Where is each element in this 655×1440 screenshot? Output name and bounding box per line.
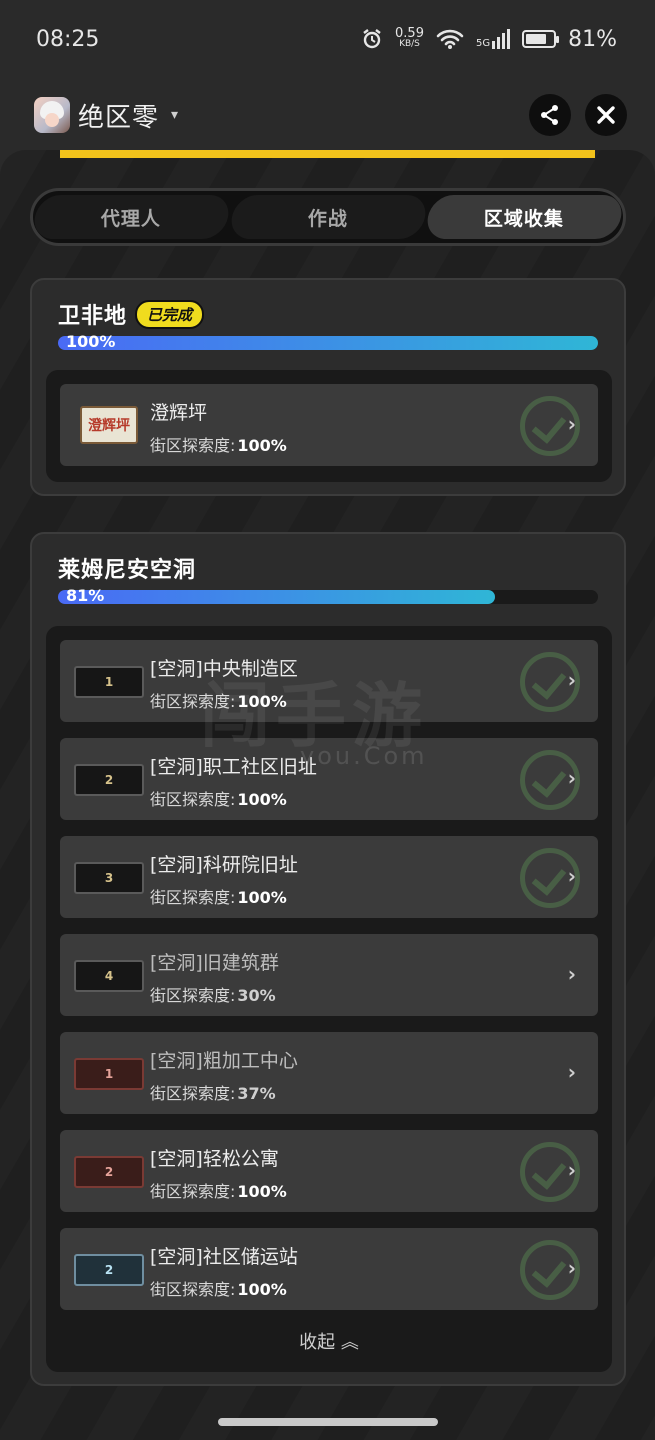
tab-combat[interactable]: 作战 bbox=[227, 195, 429, 239]
block-progress: 街区探索度: 100% bbox=[150, 692, 287, 711]
block-progress: 街区探索度: 100% bbox=[150, 790, 287, 809]
chevron-right-icon: › bbox=[567, 766, 576, 790]
chevron-down-icon[interactable]: ▾ bbox=[171, 107, 178, 123]
block-name: [空洞]中央制造区 bbox=[150, 658, 298, 680]
block-name: [空洞]科研院旧址 bbox=[150, 854, 298, 876]
block-progress: 街区探索度: 100% bbox=[150, 888, 287, 907]
alarm-icon bbox=[363, 29, 381, 49]
block-thumbnail: 4 bbox=[74, 960, 144, 992]
battery-percent: 81% bbox=[568, 26, 617, 52]
region-header: 卫非地 已完成 bbox=[58, 298, 205, 330]
chevron-right-icon: › bbox=[567, 1060, 576, 1084]
list-item[interactable]: 澄辉坪 澄辉坪 街区探索度: 100% › bbox=[60, 384, 598, 466]
region-title: 卫非地 bbox=[58, 304, 128, 329]
chevron-right-icon: › bbox=[567, 668, 576, 692]
block-progress: 街区探索度: 37% bbox=[150, 1084, 276, 1103]
region-header: 莱姆尼安空洞 bbox=[58, 552, 196, 584]
block-thumbnail: 1 bbox=[74, 666, 144, 698]
block-thumbnail: 2 bbox=[74, 1156, 144, 1188]
chevron-right-icon: › bbox=[567, 412, 576, 436]
header-actions bbox=[529, 94, 627, 136]
block-progress: 街区探索度: 100% bbox=[150, 1280, 287, 1299]
accent-strip bbox=[60, 150, 595, 158]
block-progress: 街区探索度: 30% bbox=[150, 986, 276, 1005]
cell-signal-icon: 5G bbox=[476, 29, 511, 49]
block-name: [空洞]职工社区旧址 bbox=[150, 756, 317, 778]
block-progress: 街区探索度: 100% bbox=[150, 1182, 287, 1201]
tab-agents[interactable]: 代理人 bbox=[33, 195, 232, 239]
list-item[interactable]: 2 [空洞]轻松公寓 街区探索度: 100% › bbox=[60, 1130, 598, 1212]
list-item[interactable]: 1 [空洞]中央制造区 街区探索度: 100% › bbox=[60, 640, 598, 722]
block-name: 澄辉坪 bbox=[150, 402, 208, 424]
block-progress: 街区探索度: 100% bbox=[150, 436, 287, 455]
share-icon bbox=[541, 105, 558, 125]
chevron-right-icon: › bbox=[567, 1256, 576, 1280]
chevron-right-icon: › bbox=[567, 864, 576, 888]
chevron-right-icon: › bbox=[567, 962, 576, 986]
tab-region-collection[interactable]: 区域收集 bbox=[424, 195, 623, 239]
block-name: [空洞]社区储运站 bbox=[150, 1246, 298, 1268]
region-card: 莱姆尼安空洞 81% 1 [空洞]中央制造区 街区探索度: 100% › 2 [空… bbox=[30, 532, 626, 1386]
status-time: 08:25 bbox=[36, 26, 100, 52]
home-indicator[interactable] bbox=[218, 1418, 438, 1426]
chevron-right-icon: › bbox=[567, 1158, 576, 1182]
app-header: 绝区零 ▾ bbox=[0, 84, 655, 146]
block-thumbnail: 澄辉坪 bbox=[80, 406, 138, 444]
list-item[interactable]: 4 [空洞]旧建筑群 街区探索度: 30% › bbox=[60, 934, 598, 1016]
list-item[interactable]: 2 [空洞]职工社区旧址 街区探索度: 100% › bbox=[60, 738, 598, 820]
list-item[interactable]: 2 [空洞]社区储运站 街区探索度: 100% › bbox=[60, 1228, 598, 1310]
region-progress-bar: 81% bbox=[58, 586, 598, 605]
block-thumbnail: 2 bbox=[74, 1254, 144, 1286]
block-thumbnail: 3 bbox=[74, 862, 144, 894]
app-title[interactable]: 绝区零 bbox=[78, 97, 159, 134]
block-list: 1 [空洞]中央制造区 街区探索度: 100% › 2 [空洞]职工社区旧址 街区… bbox=[46, 626, 612, 1372]
collapse-button[interactable]: 收起 ︽ bbox=[46, 1328, 612, 1354]
app-avatar[interactable] bbox=[34, 97, 70, 133]
block-name: [空洞]旧建筑群 bbox=[150, 952, 279, 974]
region-progress-fill bbox=[58, 336, 598, 350]
region-progress-fill bbox=[58, 590, 496, 604]
status-icons: 0.59 KB/S 5G 81% bbox=[361, 27, 617, 52]
content-sheet: 代理人 作战 区域收集 卫非地 已完成 100% 澄辉坪 澄辉坪 街区探索度: 1… bbox=[0, 150, 655, 1440]
block-list: 澄辉坪 澄辉坪 街区探索度: 100% › bbox=[46, 370, 612, 482]
list-item[interactable]: 1 [空洞]粗加工中心 街区探索度: 37% › bbox=[60, 1032, 598, 1114]
status-bar: 08:25 0.59 KB/S 5G 81% bbox=[0, 0, 655, 78]
region-title: 莱姆尼安空洞 bbox=[58, 558, 197, 583]
network-speed: 0.59 KB/S bbox=[395, 26, 424, 49]
block-thumbnail: 2 bbox=[74, 764, 144, 796]
close-button[interactable] bbox=[585, 94, 627, 136]
region-card: 卫非地 已完成 100% 澄辉坪 澄辉坪 街区探索度: 100% › bbox=[30, 278, 626, 496]
tab-bar: 代理人 作战 区域收集 bbox=[30, 188, 626, 246]
list-item[interactable]: 3 [空洞]科研院旧址 街区探索度: 100% › bbox=[60, 836, 598, 918]
block-thumbnail: 1 bbox=[74, 1058, 144, 1090]
region-progress-bar: 100% bbox=[58, 332, 598, 351]
close-icon bbox=[597, 106, 615, 124]
region-progress-label: 100% bbox=[66, 332, 116, 351]
block-name: [空洞]粗加工中心 bbox=[150, 1050, 298, 1072]
completed-badge: 已完成 bbox=[135, 299, 205, 329]
block-name: [空洞]轻松公寓 bbox=[150, 1148, 279, 1170]
battery-fill bbox=[526, 34, 547, 44]
share-button[interactable] bbox=[529, 94, 571, 136]
battery-icon bbox=[522, 30, 560, 48]
region-progress-label: 81% bbox=[66, 586, 105, 605]
wifi-icon bbox=[436, 29, 464, 49]
